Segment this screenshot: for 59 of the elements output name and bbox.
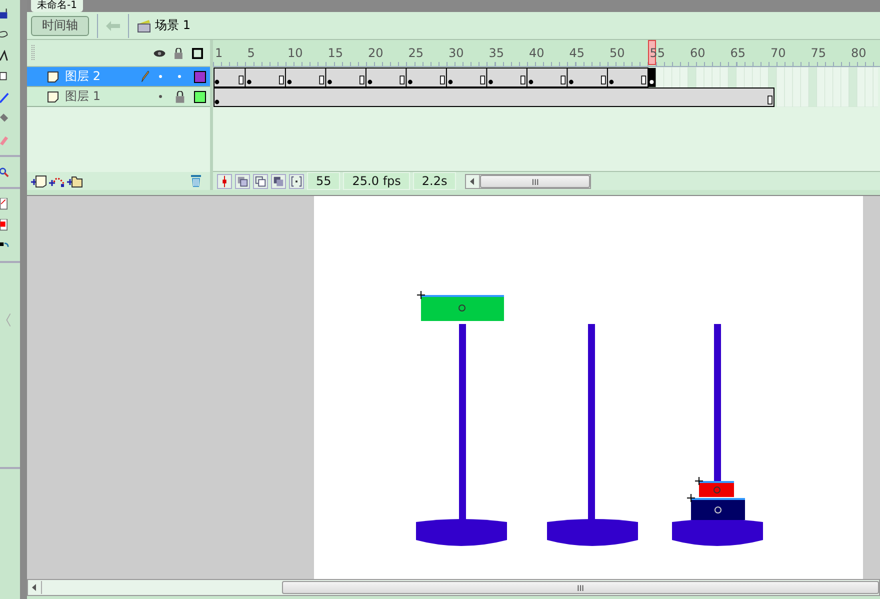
frame-number: 35 — [488, 46, 504, 60]
layer-icon — [47, 90, 59, 102]
trash-icon[interactable] — [188, 174, 204, 188]
timeline-button[interactable]: 时间轴 — [31, 16, 89, 36]
frame-number: 50 — [609, 46, 625, 60]
layer-name: 图层 1 — [65, 88, 100, 105]
frame-number: 75 — [810, 46, 826, 60]
visibility-dot[interactable] — [159, 75, 162, 78]
insert-layer-icon[interactable] — [31, 174, 47, 188]
rectangle-tool-icon[interactable] — [0, 71, 9, 83]
pencil-icon — [140, 70, 148, 83]
lock-dot[interactable] — [178, 75, 181, 78]
stroke-color-icon[interactable] — [0, 198, 9, 210]
lock-icon[interactable] — [174, 90, 184, 102]
insert-folder-icon[interactable] — [67, 174, 83, 188]
timeline-scrollbar[interactable]: III — [465, 174, 592, 188]
frame-number: 1 — [215, 46, 223, 60]
eye-icon[interactable] — [153, 48, 166, 58]
current-frame: 55 — [307, 172, 340, 190]
layer-row[interactable]: 图层 1 — [27, 87, 210, 107]
frame-number: 80 — [850, 46, 866, 60]
edit-multiple-frames-icon[interactable] — [271, 174, 286, 188]
frame-number: 45 — [569, 46, 584, 60]
frame-number: 30 — [448, 46, 464, 60]
frame-number: 70 — [770, 46, 786, 60]
scrollbar-thumb[interactable]: III — [480, 174, 590, 188]
registration-mark — [694, 476, 704, 486]
stage-scrollbar[interactable]: III — [27, 579, 880, 596]
frame-rate: 25.0 fps — [343, 172, 410, 190]
outline-color-swatch[interactable] — [194, 90, 206, 102]
outline-color-swatch[interactable] — [194, 70, 206, 82]
frame-number: 65 — [730, 46, 746, 60]
registration-mark — [416, 290, 426, 300]
layer-name: 图层 2 — [65, 68, 100, 85]
zoom-icon[interactable] — [0, 166, 9, 178]
frame-number: 10 — [287, 46, 303, 60]
frame-number: 5 — [247, 46, 255, 60]
lock-icon[interactable] — [172, 48, 185, 58]
scrollbar-thumb[interactable]: III — [282, 581, 879, 594]
center-frame-icon[interactable] — [217, 174, 232, 188]
frame-number: 25 — [408, 46, 424, 60]
frame-number: 20 — [368, 46, 384, 60]
clapperboard-icon — [137, 18, 151, 32]
frame-number: 40 — [528, 46, 544, 60]
drag-grip-icon[interactable] — [31, 45, 35, 61]
visibility-dot[interactable] — [159, 95, 162, 98]
outline-icon[interactable] — [191, 48, 204, 58]
frame-number: 15 — [328, 46, 343, 60]
fill-color-icon[interactable] — [0, 219, 9, 231]
onion-markers-icon[interactable] — [289, 174, 304, 188]
onion-skin-icon[interactable] — [235, 174, 250, 188]
layer-icon — [47, 70, 59, 82]
pencil-icon[interactable] — [0, 92, 9, 104]
frame-number: 60 — [690, 46, 706, 60]
onion-outline-icon[interactable] — [253, 174, 268, 188]
scene-label[interactable]: 场景 1 — [155, 17, 190, 34]
elapsed-time: 2.2s — [412, 172, 456, 190]
registration-mark — [686, 494, 696, 502]
document-tab[interactable]: 未命名-1 — [31, 0, 83, 12]
